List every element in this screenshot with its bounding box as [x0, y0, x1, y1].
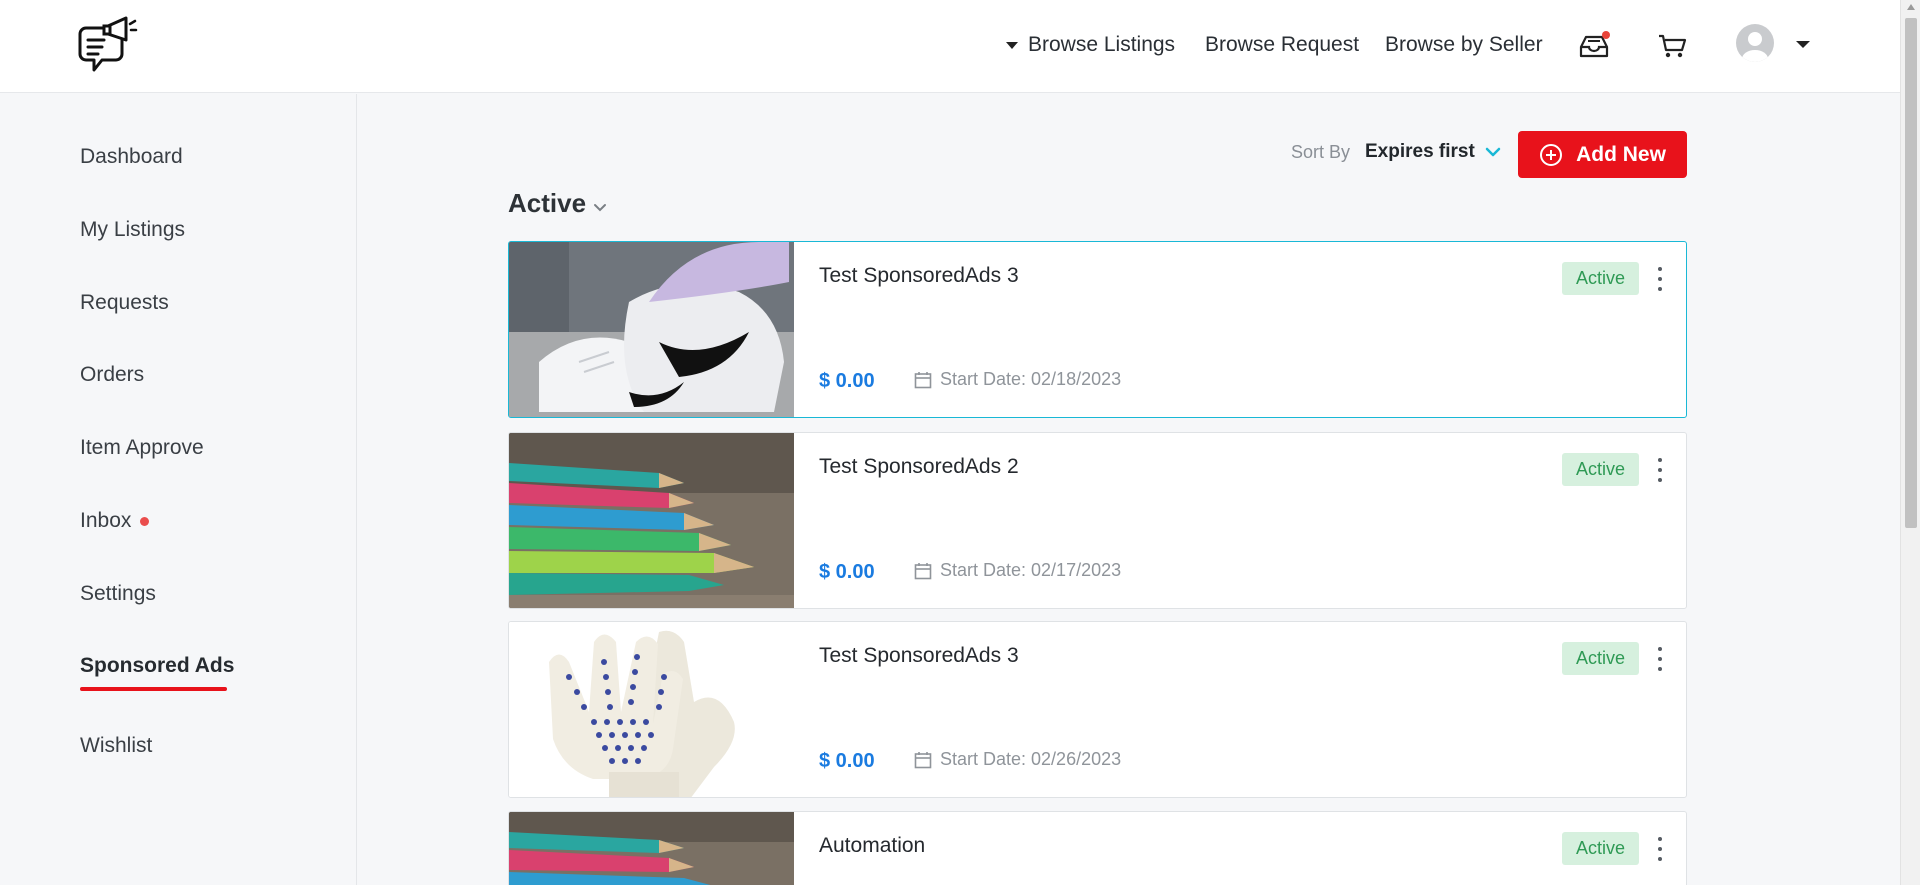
- ad-price: $ 0.00: [819, 561, 875, 583]
- scroll-up-arrow-icon[interactable]: [1907, 4, 1915, 10]
- status-badge: Active: [1562, 642, 1639, 675]
- sidebar-item-orders[interactable]: Orders: [80, 360, 144, 390]
- browse-by-seller-link[interactable]: Browse by Seller: [1385, 30, 1543, 60]
- browse-request-link[interactable]: Browse Request: [1205, 30, 1359, 60]
- sidebar-item-sponsored-ads[interactable]: Sponsored Ads: [80, 651, 234, 681]
- avatar[interactable]: [1736, 24, 1774, 62]
- logo-icon[interactable]: [78, 14, 138, 78]
- unread-dot: [140, 516, 150, 526]
- sidebar-item-label: Inbox: [80, 509, 132, 532]
- sidebar-item-item-approve[interactable]: Item Approve: [80, 433, 204, 463]
- caret-down-icon: [1006, 41, 1018, 49]
- chevron-down-icon: [594, 204, 607, 212]
- ad-title[interactable]: Test SponsoredAds 3: [819, 644, 1019, 668]
- ad-start-date-text: Start Date: 02/26/2023: [940, 749, 1122, 769]
- chevron-down-icon: [1485, 147, 1501, 157]
- calendar-icon: [914, 751, 932, 768]
- ad-thumbnail-sneakers: [509, 242, 794, 417]
- ad-card[interactable]: Test SponsoredAds 3 $ 0.00 Start Date: 0…: [508, 621, 1687, 798]
- ad-start-date-text: Start Date: 02/18/2023: [940, 369, 1122, 389]
- browse-listings-label: Browse Listings: [1028, 33, 1176, 56]
- inbox-tray-icon[interactable]: [1576, 28, 1612, 64]
- scroll-thumb[interactable]: [1905, 18, 1917, 528]
- cart-icon[interactable]: [1654, 28, 1690, 64]
- ad-start-date: Start Date: 02/18/2023: [914, 369, 1121, 390]
- sort-value: Expires first: [1365, 141, 1475, 162]
- sidebar-item-my-listings[interactable]: My Listings: [80, 215, 185, 245]
- ad-thumbnail-colored-pencils: [509, 812, 794, 885]
- ad-card[interactable]: Test SponsoredAds 3 $ 0.00 Start Date: 0…: [508, 241, 1687, 418]
- add-new-label: Add New: [1576, 142, 1666, 166]
- calendar-icon: [914, 371, 932, 388]
- page-scrollbar[interactable]: [1900, 0, 1920, 885]
- ad-card[interactable]: Test SponsoredAds 2 $ 0.00 Start Date: 0…: [508, 432, 1687, 609]
- notification-dot: [1602, 31, 1610, 39]
- status-badge: Active: [1562, 262, 1639, 295]
- sidebar: Dashboard My Listings Requests Orders It…: [0, 94, 357, 885]
- status-badge: Active: [1562, 453, 1639, 486]
- sidebar-item-settings[interactable]: Settings: [80, 579, 156, 609]
- ad-price: $ 0.00: [819, 750, 875, 772]
- calendar-icon: [914, 562, 932, 579]
- ad-thumbnail-colored-pencils: [509, 433, 794, 608]
- ad-title[interactable]: Test SponsoredAds 3: [819, 264, 1019, 288]
- account-menu-caret-icon[interactable]: [1796, 41, 1810, 48]
- top-header: Browse Listings Browse Request Browse by…: [0, 0, 1900, 93]
- sidebar-item-wishlist[interactable]: Wishlist: [80, 731, 152, 761]
- sidebar-item-inbox[interactable]: Inbox: [80, 506, 150, 536]
- add-new-button[interactable]: Add New: [1518, 131, 1687, 178]
- active-item-underline: [80, 687, 227, 691]
- more-options-icon[interactable]: [1653, 458, 1667, 482]
- more-options-icon[interactable]: [1653, 837, 1667, 861]
- status-filter[interactable]: Active: [508, 188, 607, 219]
- sort-select[interactable]: Expires first: [1365, 141, 1501, 163]
- ad-price: $ 0.00: [819, 370, 875, 392]
- ad-title[interactable]: Automation: [819, 834, 925, 858]
- ad-start-date-text: Start Date: 02/17/2023: [940, 560, 1122, 580]
- ad-card[interactable]: Automation Active: [508, 811, 1687, 885]
- section-title: Active: [508, 188, 587, 218]
- browse-listings-menu[interactable]: Browse Listings: [1006, 30, 1175, 60]
- ad-start-date: Start Date: 02/17/2023: [914, 560, 1121, 581]
- sidebar-item-dashboard[interactable]: Dashboard: [80, 142, 183, 172]
- status-badge: Active: [1562, 832, 1639, 865]
- more-options-icon[interactable]: [1653, 267, 1667, 291]
- sort-by-label: Sort By: [1291, 142, 1351, 162]
- ad-start-date: Start Date: 02/26/2023: [914, 749, 1121, 770]
- more-options-icon[interactable]: [1653, 647, 1667, 671]
- sidebar-item-requests[interactable]: Requests: [80, 288, 169, 318]
- ad-title[interactable]: Test SponsoredAds 2: [819, 455, 1019, 479]
- ad-thumbnail-gloves: [509, 622, 794, 797]
- plus-circle-icon: [1540, 143, 1563, 166]
